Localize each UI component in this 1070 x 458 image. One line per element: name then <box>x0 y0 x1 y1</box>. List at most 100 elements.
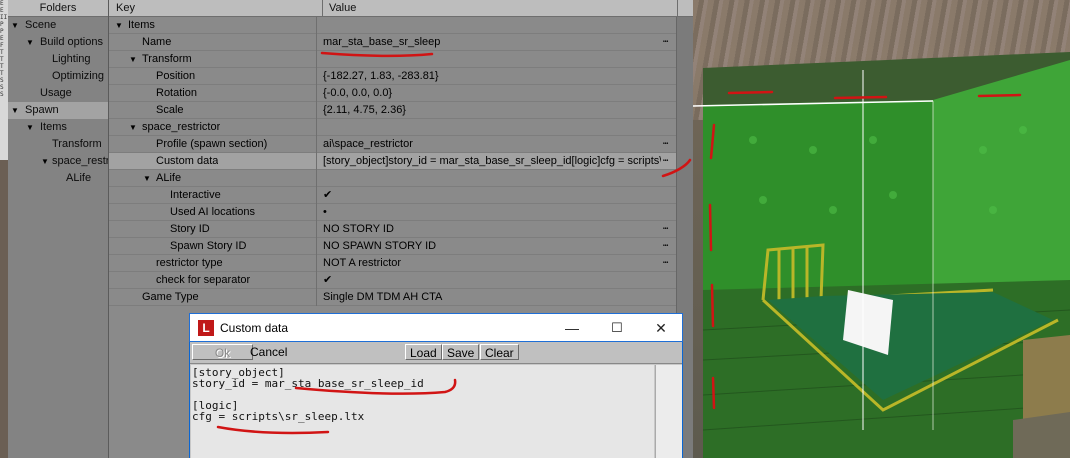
property-row[interactable]: check for separator ✔ <box>109 272 693 289</box>
property-key: Used AI locations <box>170 206 255 218</box>
expand-triangle-icon[interactable]: ▼ <box>115 17 123 34</box>
expand-triangle-icon[interactable]: ▼ <box>11 17 19 34</box>
column-separator <box>316 102 317 119</box>
column-separator <box>316 204 317 221</box>
ellipsis-button[interactable]: ••• <box>663 34 668 51</box>
property-key: Profile (spawn section) <box>156 138 268 150</box>
property-row[interactable]: ▼ space_restrictor <box>109 119 693 136</box>
property-value[interactable]: [story_object]story_id = mar_sta_base_sr… <box>323 153 661 170</box>
scene-viewport[interactable] <box>693 0 1070 458</box>
property-row[interactable]: restrictor type NOT A restrictor ••• <box>109 255 693 272</box>
expand-triangle-icon[interactable]: ▼ <box>41 153 49 170</box>
left-strip-letter: T <box>0 63 4 70</box>
ellipsis-button[interactable]: ••• <box>663 136 668 153</box>
folder-item[interactable]: ▼ Items <box>8 119 108 136</box>
property-row[interactable]: Story ID NO STORY ID ••• <box>109 221 693 238</box>
folder-item[interactable]: ▼ Spawn <box>8 102 108 119</box>
property-rows: ▼ Items Name mar_sta_base_sr_sleep ••• ▼ Trans… <box>109 17 693 306</box>
folder-item[interactable]: Transform <box>8 136 108 153</box>
property-row[interactable]: Profile (spawn section) ai\space_restrict… <box>109 136 693 153</box>
property-key: ALife <box>156 172 182 184</box>
property-value[interactable]: {-0.0, 0.0, 0.0} <box>323 85 666 102</box>
folder-item[interactable]: ▼space_restrictor <box>8 153 108 170</box>
property-row[interactable]: Spawn Story ID NO SPAWN STORY ID ••• <box>109 238 693 255</box>
property-key: Game Type <box>142 291 199 303</box>
close-button[interactable]: ✕ <box>646 318 676 338</box>
custom-data-editor[interactable]: [story_object] story_id = mar_sta_base_sr… <box>191 365 654 458</box>
property-row[interactable]: Rotation {-0.0, 0.0, 0.0} <box>109 85 693 102</box>
property-row[interactable]: Game Type Single DM TDM AH CTA <box>109 289 693 306</box>
dialog-titlebar[interactable]: L Custom data — ☐ ✕ <box>189 313 683 342</box>
folder-item[interactable]: ▼ Scene <box>8 17 108 34</box>
property-row[interactable]: Used AI locations • <box>109 204 693 221</box>
property-row[interactable]: Scale {2.11, 4.75, 2.36} <box>109 102 693 119</box>
column-separator <box>316 51 317 68</box>
folder-item[interactable]: Lighting <box>8 51 108 68</box>
property-value[interactable]: {-182.27, 1.83, -283.81} <box>323 68 666 85</box>
ellipsis-button[interactable]: ••• <box>663 238 668 255</box>
expand-triangle-icon[interactable]: ▼ <box>129 51 137 68</box>
property-key: Interactive <box>170 189 221 201</box>
folder-item-label: Usage <box>40 87 72 99</box>
property-value[interactable]: NOT A restrictor <box>323 255 661 272</box>
property-key: check for separator <box>156 274 251 286</box>
dialog-body: Ok Cancel Load Save Clear [story_object]… <box>190 342 682 458</box>
maximize-button[interactable]: ☐ <box>602 318 632 338</box>
expand-triangle-icon[interactable]: ▼ <box>129 119 137 136</box>
property-key: Rotation <box>156 87 197 99</box>
folder-item-label: Spawn <box>25 104 59 116</box>
editor-scrollbar[interactable] <box>655 365 682 458</box>
property-value[interactable]: NO SPAWN STORY ID <box>323 238 661 255</box>
column-separator <box>316 255 317 272</box>
left-strip-letter: F <box>0 42 4 49</box>
property-value[interactable]: ai\space_restrictor <box>323 136 661 153</box>
property-key: Name <box>142 36 172 48</box>
property-row[interactable]: Interactive ✔ <box>109 187 693 204</box>
property-value[interactable]: Single DM TDM AH CTA <box>323 289 666 306</box>
expand-triangle-icon[interactable]: ▼ <box>26 119 34 136</box>
property-row[interactable]: Position {-182.27, 1.83, -283.81} <box>109 68 693 85</box>
folder-item-label: Build options <box>40 36 103 48</box>
app-logo-icon: L <box>198 320 214 336</box>
property-value[interactable]: • <box>323 204 666 221</box>
clear-button[interactable]: Clear <box>480 344 519 360</box>
column-separator <box>316 68 317 85</box>
property-value[interactable]: {2.11, 4.75, 2.36} <box>323 102 666 119</box>
column-separator <box>316 289 317 306</box>
left-strip-letter: T <box>0 70 4 77</box>
ellipsis-button[interactable]: ••• <box>663 255 668 272</box>
minimize-button[interactable]: — <box>557 318 587 338</box>
left-strip-letter: E <box>0 7 4 14</box>
folder-item-label: Optimizing <box>52 70 104 82</box>
folder-item[interactable]: Usage <box>8 85 108 102</box>
ellipsis-button[interactable]: ••• <box>663 153 668 170</box>
property-row[interactable]: ▼ Items <box>109 17 693 34</box>
property-row[interactable]: Custom data [story_object]story_id = mar_… <box>109 153 693 170</box>
value-column-header[interactable]: Value <box>323 0 678 16</box>
save-button[interactable]: Save <box>442 344 480 360</box>
key-column-header[interactable]: Key <box>109 0 323 16</box>
dialog-toolbar: Ok Cancel Load Save Clear <box>190 342 682 364</box>
expand-triangle-icon[interactable]: ▼ <box>11 102 19 119</box>
folder-item-label: space_restrictor <box>52 155 108 167</box>
property-value[interactable]: ✔ <box>323 272 666 289</box>
ok-button[interactable]: Ok <box>192 344 253 360</box>
folder-item[interactable]: ▼ Build options <box>8 34 108 51</box>
folder-item[interactable]: Optimizing <box>8 68 108 85</box>
property-key: Scale <box>156 104 184 116</box>
folder-item[interactable]: ALife <box>8 170 108 187</box>
editor-line: cfg = scripts\sr_sleep.ltx <box>192 410 365 423</box>
property-value[interactable]: ✔ <box>323 187 666 204</box>
ellipsis-button[interactable]: ••• <box>663 221 668 238</box>
expand-triangle-icon[interactable]: ▼ <box>143 170 151 187</box>
load-button[interactable]: Load <box>405 344 442 360</box>
property-value[interactable]: NO STORY ID <box>323 221 661 238</box>
left-strip-letter: T <box>0 56 4 63</box>
property-row[interactable]: ▼ Transform <box>109 51 693 68</box>
property-value[interactable]: mar_sta_base_sr_sleep <box>323 34 661 51</box>
expand-triangle-icon[interactable]: ▼ <box>26 34 34 51</box>
property-row[interactable]: ▼ ALife <box>109 170 693 187</box>
cancel-button[interactable]: Cancel <box>246 344 292 360</box>
property-row[interactable]: Name mar_sta_base_sr_sleep ••• <box>109 34 693 51</box>
